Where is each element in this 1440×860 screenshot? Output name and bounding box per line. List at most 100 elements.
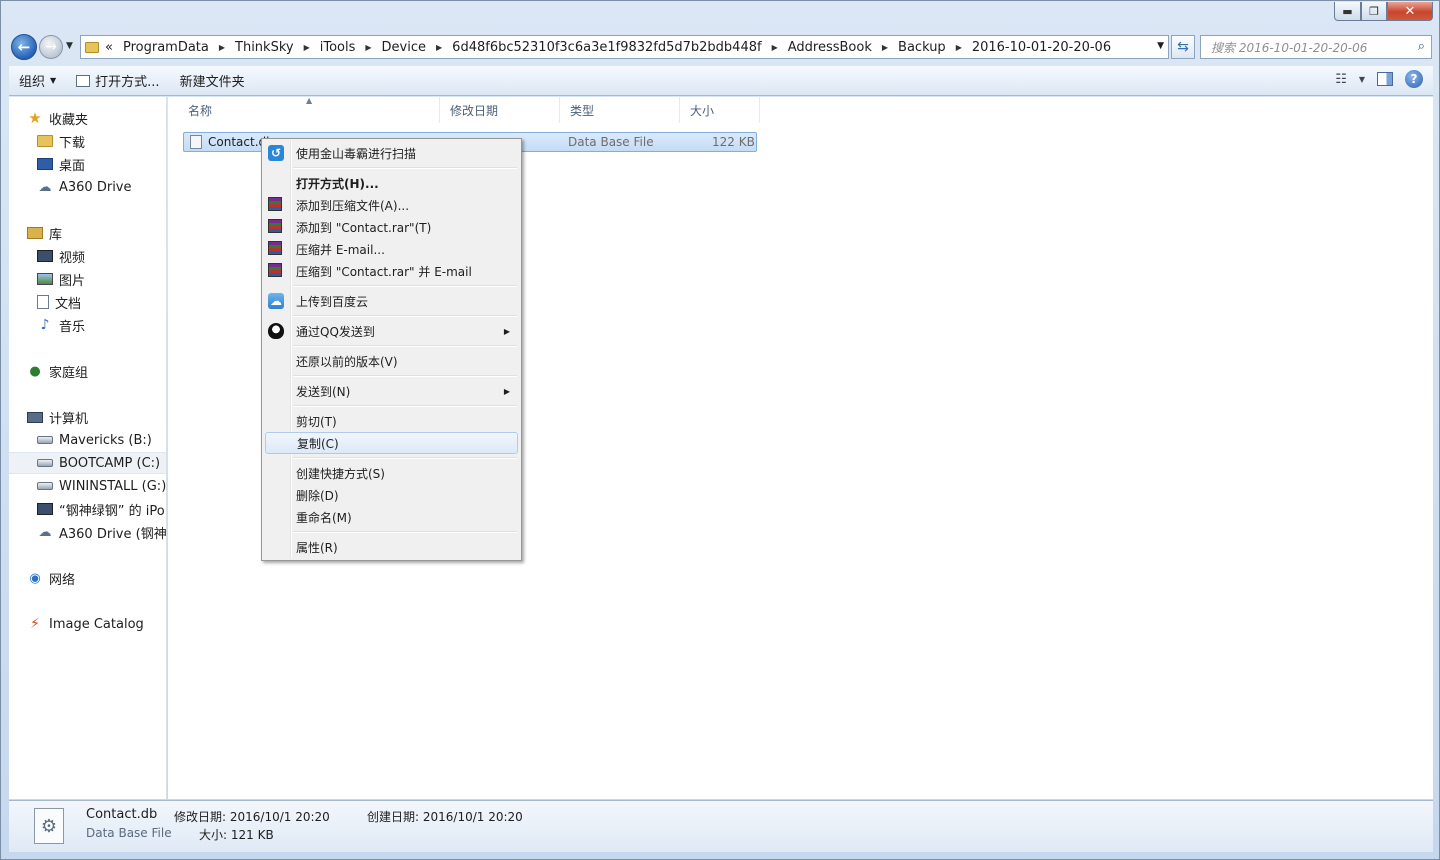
nav-ipod[interactable]: “钢神绿钢” 的 iPo [37, 498, 166, 520]
column-header-size[interactable]: 大小 [680, 97, 760, 123]
breadcrumb-device[interactable]: Device [382, 40, 426, 55]
nav-drive-g[interactable]: WININSTALL (G:) [37, 475, 166, 497]
nav-label: 下载 [59, 135, 86, 151]
nav-label: BOOTCAMP (C:) [59, 455, 161, 471]
nav-desktop[interactable]: 桌面 [37, 153, 166, 175]
winrar-icon [268, 197, 282, 211]
cloud-drive-icon: ☁ [38, 524, 52, 540]
menu-label: 还原以前的版本(V) [296, 354, 398, 369]
menu-label: 添加到 "Contact.rar"(T) [296, 220, 432, 235]
menu-separator [293, 405, 517, 407]
nav-videos[interactable]: 视频 [37, 245, 166, 267]
search-placeholder: 搜索 2016-10-01-20-20-06 [1211, 40, 1368, 55]
breadcrumb-separator-icon[interactable]: ▶ [772, 43, 778, 52]
nav-a360-drive-2[interactable]: ☁ A360 Drive (钢神绿 [37, 521, 167, 543]
breadcrumb-programdata[interactable]: ProgramData [123, 40, 209, 55]
nav-image-catalog[interactable]: ⚡ Image Catalog [27, 613, 166, 635]
menu-item-delete[interactable]: 删除(D) [265, 484, 518, 506]
menu-item-copy[interactable]: 复制(C) [265, 432, 518, 454]
breadcrumb-separator-icon[interactable]: ▶ [219, 43, 225, 52]
details-file-type: Data Base File [86, 826, 172, 840]
nav-drive-c[interactable]: BOOTCAMP (C:) [9, 452, 166, 474]
details-modified-date: 修改日期: 2016/10/1 20:20 [174, 810, 330, 824]
breadcrumb-separator-icon[interactable]: ▶ [365, 43, 371, 52]
submenu-arrow-icon: ▶ [503, 326, 510, 336]
breadcrumb-thinksky[interactable]: ThinkSky [235, 40, 294, 55]
breadcrumb-current-folder[interactable]: 2016-10-01-20-20-06 [972, 40, 1111, 55]
downloads-folder-icon [37, 135, 53, 147]
help-icon[interactable]: ? [1405, 70, 1423, 88]
back-button[interactable]: ← [11, 34, 37, 60]
new-folder-label: 新建文件夹 [179, 75, 245, 90]
menu-label: 打开方式(H)... [296, 176, 379, 191]
view-options-chevron-icon[interactable]: ▼ [1359, 75, 1365, 84]
nav-computer[interactable]: 计算机 [27, 406, 166, 428]
open-with-button[interactable]: 打开方式... [66, 66, 169, 95]
nav-downloads[interactable]: 下载 [37, 130, 166, 152]
menu-separator [293, 167, 517, 169]
chevron-down-icon: ▼ [50, 76, 57, 85]
search-input[interactable]: 搜索 2016-10-01-20-20-06 ⌕ [1200, 35, 1432, 59]
menu-item-compress-email[interactable]: 压缩并 E-mail... [265, 238, 518, 260]
nav-music[interactable]: ♪ 音乐 [37, 314, 166, 336]
address-bar[interactable]: « ProgramData ▶ ThinkSky ▶ iTools ▶ Devi… [80, 35, 1169, 59]
menu-item-baidu-upload[interactable]: ☁ 上传到百度云 [265, 290, 518, 312]
breadcrumb-backup[interactable]: Backup [898, 40, 946, 55]
forward-button[interactable]: → [39, 35, 63, 59]
arrow-left-icon: ← [17, 38, 31, 56]
menu-item-rename[interactable]: 重命名(M) [265, 506, 518, 528]
menu-item-add-rar[interactable]: 添加到 "Contact.rar"(T) [265, 216, 518, 238]
minimize-button[interactable]: ▬ [1334, 2, 1361, 21]
menu-item-compress-rar-email[interactable]: 压缩到 "Contact.rar" 并 E-mail [265, 260, 518, 282]
search-icon[interactable]: ⌕ [1418, 39, 1425, 54]
menu-label: 添加到压缩文件(A)... [296, 198, 410, 213]
nav-documents[interactable]: 文档 [37, 291, 166, 313]
menu-item-send-via-qq[interactable]: 通过QQ发送到 ▶ [265, 320, 518, 342]
menu-item-add-archive[interactable]: 添加到压缩文件(A)... [265, 194, 518, 216]
open-with-label: 打开方式... [95, 75, 160, 90]
menu-label: 删除(D) [296, 488, 339, 503]
breadcrumb-separator-icon[interactable]: ▶ [304, 43, 310, 52]
nav-pictures[interactable]: 图片 [37, 268, 166, 290]
nav-libraries[interactable]: 库 [27, 222, 166, 244]
maximize-button[interactable]: ❐ [1361, 2, 1387, 21]
menu-item-open-with[interactable]: 打开方式(H)... [265, 172, 518, 194]
menu-item-create-shortcut[interactable]: 创建快捷方式(S) [265, 462, 518, 484]
menu-item-restore-versions[interactable]: 还原以前的版本(V) [265, 350, 518, 372]
close-button[interactable]: ✕ [1387, 2, 1433, 21]
breadcrumb-itools[interactable]: iTools [320, 40, 356, 55]
change-view-icon[interactable]: ☷ [1335, 72, 1347, 87]
breadcrumb-device-id[interactable]: 6d48f6bc52310f3c6a3e1f9832fd5d7b2bdb448f [452, 40, 761, 55]
nav-network[interactable]: ◉ 网络 [27, 567, 166, 589]
breadcrumb-addressbook[interactable]: AddressBook [788, 40, 872, 55]
navigation-pane: ★ 收藏夹 下载 桌面 ☁ A360 Drive 库 视频 图片 文档 ♪ 音乐 ● 家… [9, 97, 167, 799]
nav-label: “钢神绿钢” 的 iPo [59, 503, 165, 519]
nav-homegroup[interactable]: ● 家庭组 [27, 360, 166, 382]
column-label: 修改日期 [450, 103, 499, 118]
new-folder-button[interactable]: 新建文件夹 [170, 66, 255, 95]
breadcrumb-separator-icon[interactable]: ▶ [436, 43, 442, 52]
winrar-icon [268, 241, 282, 255]
preview-pane-icon[interactable] [1377, 72, 1393, 86]
breadcrumb-separator-icon[interactable]: ▶ [882, 43, 888, 52]
organize-button[interactable]: 组织 ▼ [9, 66, 66, 95]
column-header-type[interactable]: 类型 [560, 97, 680, 123]
menu-item-cut[interactable]: 剪切(T) [265, 410, 518, 432]
menu-separator [293, 315, 517, 317]
window-controls: ▬ ❐ ✕ [1334, 2, 1433, 21]
address-history-chevron-icon[interactable]: ▼ [1157, 41, 1164, 51]
refresh-button[interactable]: ⇆ [1171, 35, 1195, 59]
menu-item-properties[interactable]: 属性(R) [265, 536, 518, 558]
homegroup-icon: ● [29, 363, 41, 379]
breadcrumb-overflow[interactable]: « [105, 40, 113, 55]
recent-pages-dropdown[interactable]: ▼ [66, 41, 73, 51]
menu-item-scan[interactable]: ↺ 使用金山毒霸进行扫描 [265, 142, 518, 164]
nav-favorites[interactable]: ★ 收藏夹 [27, 107, 166, 129]
menu-item-send-to[interactable]: 发送到(N) ▶ [265, 380, 518, 402]
column-header-modified[interactable]: 修改日期 [440, 97, 560, 123]
nav-a360-drive[interactable]: ☁ A360 Drive [37, 176, 166, 198]
nav-drive-b[interactable]: Mavericks (B:) [37, 429, 166, 451]
menu-label: 压缩到 "Contact.rar" 并 E-mail [296, 264, 472, 279]
menu-label: 重命名(M) [296, 510, 352, 525]
breadcrumb-separator-icon[interactable]: ▶ [956, 43, 962, 52]
